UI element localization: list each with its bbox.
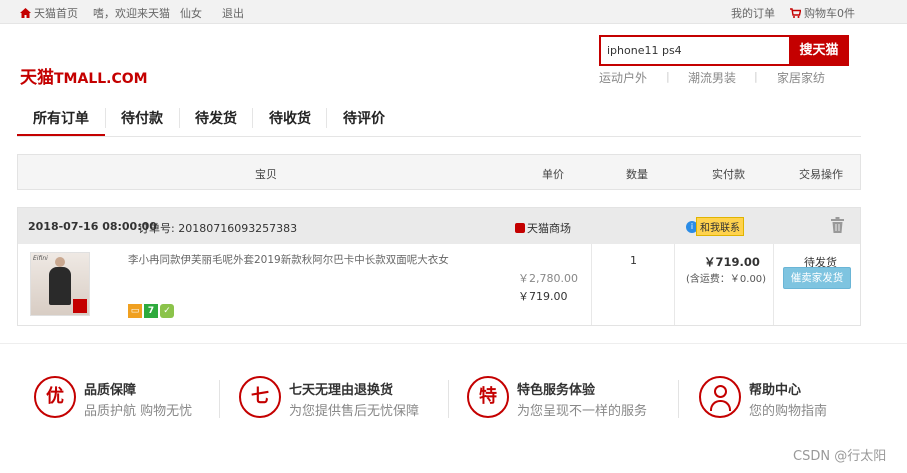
help-person-icon (699, 376, 741, 418)
header-item: 宝贝 (255, 168, 277, 181)
guarantee-icon: ✓ (160, 304, 174, 318)
footer-divider (0, 343, 907, 344)
hotword-link[interactable]: 家居家纺 (777, 69, 825, 86)
service-title: 帮助中心 (749, 383, 802, 398)
top-bar: 天猫首页 嗜，欢迎来天猫 仙女 退出 我的订单 购物车0件 (0, 0, 907, 24)
hotword-link[interactable]: 潮流男装 (688, 69, 736, 86)
hotword-separator: | (666, 70, 670, 83)
remind-seller-button[interactable]: 催卖家发货 (783, 267, 851, 289)
trash-icon[interactable] (831, 217, 844, 233)
service-title: 特色服务体验 (517, 383, 596, 398)
credit-card-icon: ▭ (128, 304, 142, 318)
product-title[interactable]: 李小冉同款伊芙丽毛呢外套2019新款秋阿尔巴卡中长款双面呢大衣女 (128, 252, 449, 267)
greeting-text: 嗜，欢迎来天猫 (93, 7, 170, 20)
tab-divider (252, 108, 253, 128)
logo-en: TMALL.COM (54, 71, 148, 87)
order-tabs: 所有订单 待付款 待发货 待收货 待评价 (17, 100, 861, 137)
order-card: 2018-07-16 08:00:00 订单号: 201807160932573… (17, 207, 861, 326)
active-tab-indicator (17, 134, 105, 136)
order-table-header: 宝贝 单价 数量 实付款 交易操作 (17, 154, 861, 190)
service-title: 品质保障 (84, 383, 137, 398)
header-unit-price: 单价 (542, 168, 564, 181)
cart-icon (790, 8, 801, 18)
paid-amount: ￥719.00 (704, 255, 760, 269)
service-subtitle: 您的购物指南 (749, 404, 828, 419)
quantity-value: 1 (630, 254, 637, 267)
service-subtitle: 为您呈现不一样的服务 (517, 404, 648, 419)
tab-divider (105, 108, 106, 128)
seven-day-return-icon: 7 (144, 304, 158, 318)
service-subtitle: 为您提供售后无忧保障 (289, 404, 420, 419)
my-orders-link[interactable]: 我的订单 (731, 5, 775, 21)
tab-pending-shipment[interactable]: 待发货 (195, 108, 237, 128)
header-action: 交易操作 (799, 168, 843, 181)
tab-pending-payment[interactable]: 待付款 (121, 108, 163, 128)
special-service-icon: 特 (467, 376, 509, 418)
column-divider (591, 244, 592, 325)
service-subtitle: 品质护航 购物无忧 (84, 404, 193, 419)
hotword-link[interactable]: 运动户外 (599, 69, 647, 86)
order-header: 2018-07-16 08:00:00 订单号: 201807160932573… (18, 208, 860, 244)
column-divider (674, 244, 675, 325)
thumb-corner-badge (73, 299, 87, 313)
cart-link[interactable]: 购物车0件 (790, 5, 855, 21)
product-thumbnail[interactable]: Eifini (30, 252, 90, 316)
help-icon-head (714, 385, 727, 398)
freight-note: (含运费：￥0.00) (686, 274, 767, 285)
home-link-label: 天猫首页 (34, 7, 78, 20)
tab-divider (179, 108, 180, 128)
search-button[interactable]: 搜天猫 (789, 35, 849, 66)
thumb-brand: Eifini (33, 255, 48, 262)
logout-link[interactable]: 退出 (222, 5, 244, 21)
tab-all-orders[interactable]: 所有订单 (33, 108, 89, 128)
shop-link[interactable]: 天猫商场 (515, 220, 571, 236)
service-separator (448, 380, 449, 418)
header-quantity: 数量 (626, 168, 648, 181)
seven-day-icon: 七 (239, 376, 281, 418)
header-paid: 实付款 (712, 168, 745, 181)
thumb-model-head (55, 257, 65, 267)
watermark: CSDN @行太阳 (793, 449, 887, 464)
service-badges: ▭ 7 ✓ (128, 304, 176, 318)
service-separator (219, 380, 220, 418)
thumb-model-coat (49, 267, 71, 305)
username-link[interactable]: 仙女 (180, 5, 202, 21)
shop-icon (515, 223, 525, 233)
home-link[interactable]: 天猫首页 (20, 5, 78, 21)
order-item-row: Eifini 李小冉同款伊芙丽毛呢外套2019新款秋阿尔巴卡中长款双面呢大衣女 … (18, 244, 860, 325)
original-price: ￥2,780.00 (518, 272, 578, 285)
shop-name: 天猫商场 (527, 222, 571, 235)
tab-pending-review[interactable]: 待评价 (343, 108, 385, 128)
help-icon-body (710, 400, 731, 411)
tmall-logo[interactable]: 天猫TMALL.COM (20, 63, 148, 88)
tab-pending-receipt[interactable]: 待收货 (269, 108, 311, 128)
hotword-separator: | (754, 70, 758, 83)
cart-link-label: 购物车0件 (804, 7, 855, 20)
search-input[interactable]: iphone11 ps4 (599, 35, 790, 66)
logo-cn: 天猫 (20, 68, 54, 88)
service-separator (678, 380, 679, 418)
order-number: 订单号: 20180716093257383 (138, 222, 298, 235)
column-divider (773, 244, 774, 325)
contact-label: 和我联系 (696, 217, 744, 236)
quality-icon: 优 (34, 376, 76, 418)
service-title: 七天无理由退换货 (289, 383, 394, 398)
current-price: ￥719.00 (518, 290, 568, 303)
home-icon (20, 8, 31, 18)
contact-seller-button[interactable]: i 和我联系 (686, 217, 744, 236)
tab-divider (326, 108, 327, 128)
